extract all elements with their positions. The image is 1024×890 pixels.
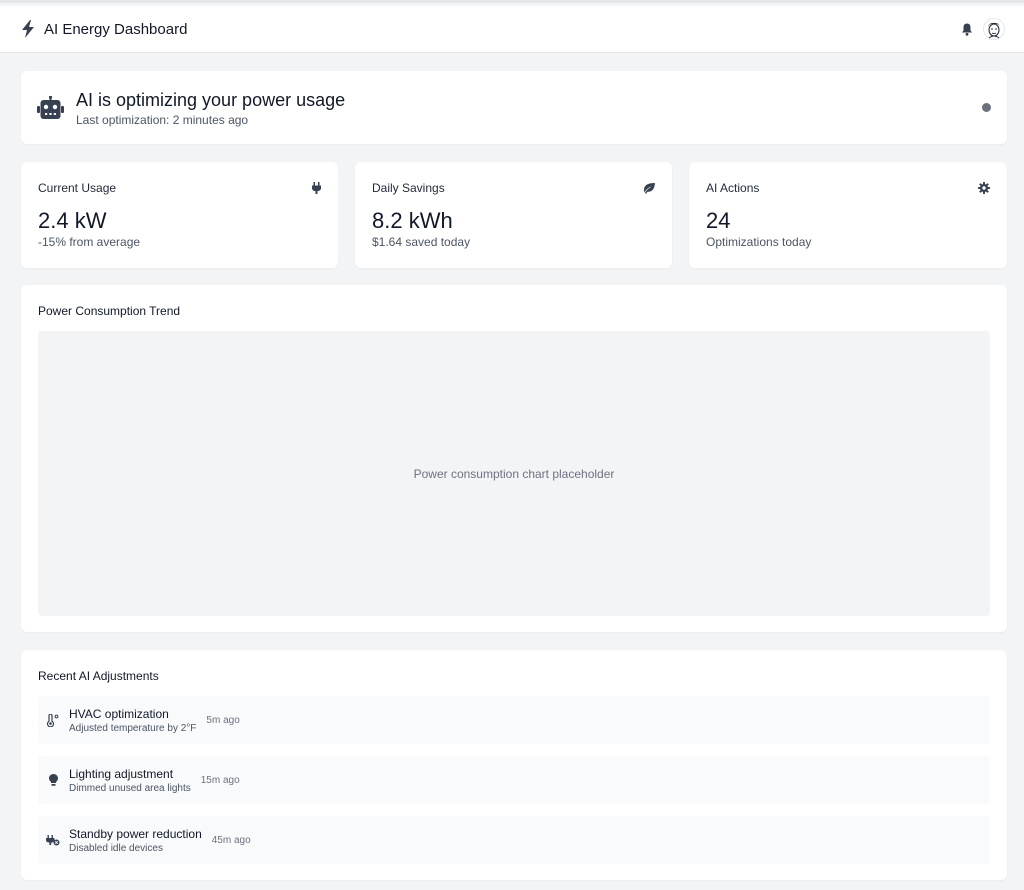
adjustment-title: Lighting adjustment (69, 766, 174, 781)
bolt-icon (20, 20, 36, 38)
stat-card-current-usage: Current Usage 2.4 kW -15% from average (21, 162, 338, 268)
recent-adjustments-card: Recent AI Adjustments HVAC optimization … (21, 650, 1007, 880)
ai-status-title: AI is optimizing your power usage (76, 89, 346, 110)
list-item[interactable]: Standby power reduction Disabled idle de… (38, 816, 990, 864)
stat-label: Daily Savings (372, 181, 445, 195)
ai-status-card: AI is optimizing your power usage Last o… (21, 71, 1007, 144)
adjustment-time: 5m ago (206, 714, 240, 726)
adjustments-list: HVAC optimization Adjusted temperature b… (38, 696, 990, 864)
plug-icon (312, 182, 321, 194)
bell-icon[interactable] (961, 23, 973, 36)
stat-card-daily-savings: Daily Savings 8.2 kWh $1.64 saved today (355, 162, 672, 268)
user-avatar[interactable] (983, 18, 1005, 40)
stat-label: Current Usage (38, 181, 117, 195)
stat-subtext: Optimizations today (706, 235, 812, 249)
chart-placeholder-text: Power consumption chart placeholder (413, 466, 615, 481)
adjustment-desc: Adjusted temperature by 2°F (69, 722, 197, 734)
stat-value: 8.2 kWh (372, 208, 453, 233)
stat-card-ai-actions: AI Actions 24 Optimizations today (689, 162, 1007, 268)
stat-value: 24 (706, 208, 731, 233)
stat-subtext: -15% from average (38, 235, 141, 249)
adjustment-time: 45m ago (211, 834, 251, 846)
lightbulb-icon (46, 774, 60, 786)
stat-label: AI Actions (706, 181, 760, 195)
adjustment-title: HVAC optimization (69, 706, 169, 721)
section-title: Power Consumption Trend (38, 304, 181, 318)
section-title: Recent AI Adjustments (38, 669, 159, 683)
app-title: AI Energy Dashboard (44, 20, 188, 38)
adjustment-title: Standby power reduction (69, 826, 202, 841)
robot-icon (37, 95, 64, 120)
app-frame: AI Energy Dashboard AI is optimizing you… (0, 0, 1024, 890)
plug-off-icon (46, 834, 60, 846)
status-indicator (982, 103, 991, 112)
list-item[interactable]: HVAC optimization Adjusted temperature b… (38, 696, 990, 744)
gear-icon (978, 182, 990, 194)
list-item[interactable]: Lighting adjustment Dimmed unused area l… (38, 756, 990, 804)
stat-value: 2.4 kW (38, 208, 107, 233)
last-optimization-text: Last optimization: 2 minutes ago (76, 112, 249, 127)
chart-area: Power consumption chart placeholder (38, 331, 990, 616)
top-bar: AI Energy Dashboard (0, 6, 1024, 53)
leaf-icon (642, 182, 655, 194)
thermometer-icon (46, 713, 60, 727)
brand[interactable]: AI Energy Dashboard (20, 20, 187, 38)
stat-subtext: $1.64 saved today (372, 235, 471, 249)
adjustment-desc: Disabled idle devices (69, 842, 163, 854)
adjustment-desc: Dimmed unused area lights (69, 782, 191, 794)
power-trend-card: Power Consumption Trend Power consumptio… (21, 285, 1007, 632)
adjustment-time: 15m ago (200, 774, 240, 786)
